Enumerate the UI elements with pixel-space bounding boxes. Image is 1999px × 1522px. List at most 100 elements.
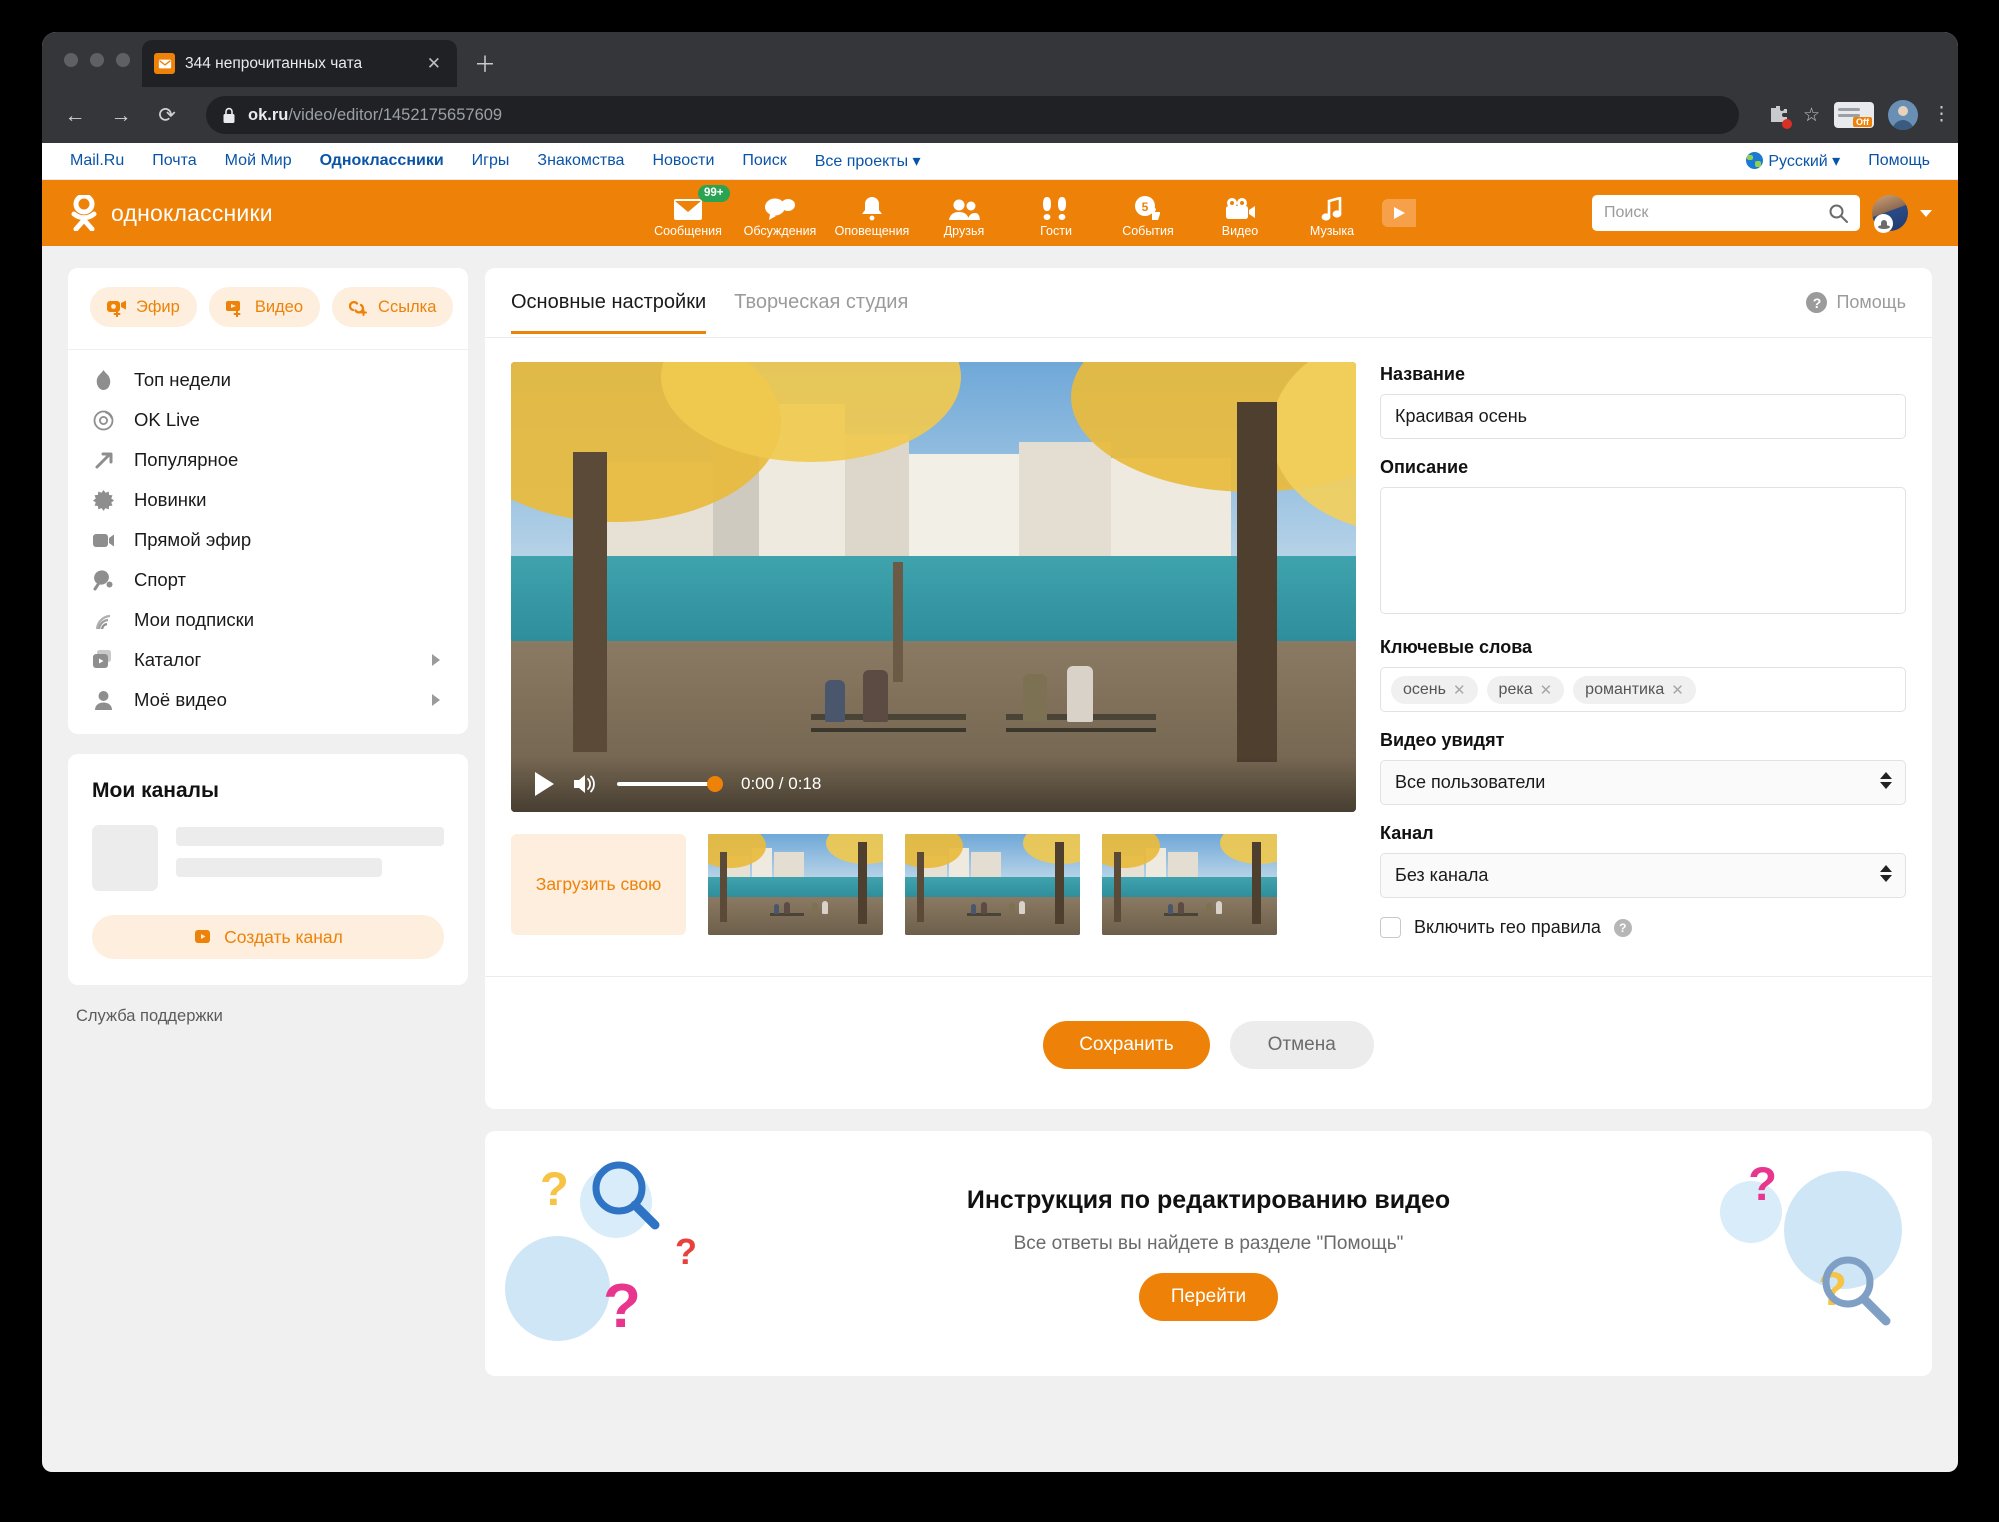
sidebar-item-catalog[interactable]: Каталог: [68, 640, 468, 680]
promo-go-button[interactable]: Перейти: [1138, 1273, 1279, 1321]
save-button[interactable]: Сохранить: [1043, 1021, 1210, 1069]
nav-item-video[interactable]: Видео: [1194, 180, 1286, 246]
keywords-input[interactable]: осень ✕ река ✕ романтика ✕: [1380, 667, 1906, 712]
forward-icon[interactable]: →: [106, 105, 136, 126]
create-channel-button[interactable]: Создать канал: [92, 915, 444, 959]
geo-rules-row[interactable]: Включить гео правила ?: [1380, 917, 1906, 938]
thumbnail-option[interactable]: [1102, 834, 1277, 935]
live-add-icon: [107, 300, 126, 317]
sidebar-label-sport: Спорт: [134, 569, 187, 590]
search-icon[interactable]: [1828, 203, 1848, 223]
select-spinner-icon[interactable]: [1880, 865, 1892, 882]
tab-creative-studio[interactable]: Творческая студия: [734, 291, 908, 334]
video-camera-icon: [1224, 195, 1256, 221]
nav-item-friends[interactable]: Друзья: [918, 180, 1010, 246]
portal-link-moymir[interactable]: Мой Мир: [225, 152, 292, 170]
sidebar-item-my-video[interactable]: Моё видео: [68, 680, 468, 720]
sidebar-label-catalog: Каталог: [134, 649, 202, 670]
close-window-button[interactable]: [64, 53, 78, 67]
portal-link-odnoklassniki[interactable]: Одноклассники: [320, 152, 444, 170]
bookmark-star-icon[interactable]: ☆: [1803, 104, 1820, 127]
sidebar-item-new[interactable]: Новинки: [68, 480, 468, 520]
quick-action-label-video: Видео: [254, 297, 304, 316]
quick-action-live[interactable]: Эфир: [90, 287, 197, 327]
sidebar-item-popular[interactable]: Популярное: [68, 440, 468, 480]
volume-slider-handle[interactable]: [707, 776, 723, 792]
chevron-down-icon[interactable]: [1920, 209, 1932, 217]
reload-icon[interactable]: ⟳: [152, 105, 182, 126]
video-play-shortcut-icon[interactable]: [1382, 199, 1416, 227]
portal-link-all-projects[interactable]: Все проекты ▾: [815, 151, 921, 171]
volume-slider[interactable]: [617, 776, 723, 792]
profile-avatar-icon[interactable]: [1888, 100, 1918, 130]
thumbnail-option[interactable]: [905, 834, 1080, 935]
nav-item-messages[interactable]: 99+ Сообщения: [642, 180, 734, 246]
portal-link-znakomstva[interactable]: Знакомства: [537, 152, 624, 170]
nav-item-notifications[interactable]: Оповещения: [826, 180, 918, 246]
chevron-down-icon: ▾: [1832, 153, 1841, 170]
search-input[interactable]: [1604, 204, 1828, 222]
rss-icon: [92, 611, 115, 630]
nav-item-events[interactable]: 5 События: [1102, 180, 1194, 246]
visibility-select[interactable]: Все пользователи: [1380, 760, 1906, 805]
portal-link-igry[interactable]: Игры: [472, 152, 510, 170]
speaker-icon[interactable]: [572, 772, 599, 796]
language-selector[interactable]: Русский ▾: [1746, 151, 1840, 171]
thumbnail-option[interactable]: [708, 834, 883, 935]
back-icon[interactable]: ←: [60, 105, 90, 126]
decorative-circle: [505, 1236, 610, 1341]
quick-action-link[interactable]: Ссылка: [332, 287, 454, 327]
close-icon[interactable]: ✕: [423, 53, 445, 74]
sidebar-item-ok-live[interactable]: OK Live: [68, 400, 468, 440]
quick-action-video[interactable]: Видео: [208, 287, 321, 327]
sidebar-item-sport[interactable]: Спорт: [68, 560, 468, 600]
keyword-tag[interactable]: романтика ✕: [1573, 675, 1696, 704]
video-player[interactable]: 0:00 / 0:18: [511, 362, 1356, 812]
browser-menu-icon[interactable]: ⋮: [1932, 105, 1951, 125]
window-traffic-lights[interactable]: [64, 53, 130, 67]
tab-basic-settings[interactable]: Основные настройки: [511, 291, 707, 334]
minimize-window-button[interactable]: [90, 53, 104, 67]
quick-action-label-link: Ссылка: [378, 297, 437, 316]
nav-item-discussions[interactable]: Обсуждения: [734, 180, 826, 246]
upload-thumbnail-button[interactable]: Загрузить свою: [511, 834, 686, 935]
nav-item-music[interactable]: Музыка: [1286, 180, 1378, 246]
portal-link-novosti[interactable]: Новости: [652, 152, 714, 170]
ok-logo[interactable]: одноклассники: [68, 195, 273, 231]
plus-icon[interactable]: ＋: [474, 54, 496, 76]
browser-tab[interactable]: 344 непрочитанных чата ✕: [142, 40, 457, 87]
ok-search-box[interactable]: [1592, 195, 1860, 231]
sidebar-item-top-week[interactable]: Топ недели: [68, 360, 468, 400]
play-icon[interactable]: [535, 772, 554, 796]
portal-link-poisk[interactable]: Поиск: [742, 152, 786, 170]
extensions-puzzle-icon[interactable]: [1767, 104, 1792, 129]
portal-help-link[interactable]: Помощь: [1868, 152, 1930, 170]
question-mark-icon[interactable]: ?: [1613, 918, 1632, 937]
cancel-button[interactable]: Отмена: [1229, 1021, 1374, 1069]
maximize-window-button[interactable]: [116, 53, 130, 67]
address-bar[interactable]: ok.ru/video/editor/1452175657609: [206, 96, 1739, 134]
channel-select[interactable]: Без канала: [1380, 853, 1906, 898]
sidebar-item-live-stream[interactable]: Прямой эфир: [68, 520, 468, 560]
remove-keyword-icon[interactable]: ✕: [1671, 681, 1684, 699]
remove-keyword-icon[interactable]: ✕: [1453, 681, 1466, 699]
portal-link-mailru[interactable]: Mail.Ru: [70, 152, 124, 170]
quick-action-label-live: Эфир: [136, 297, 180, 316]
nav-item-guests[interactable]: Гости: [1010, 180, 1102, 246]
select-spinner-icon[interactable]: [1880, 772, 1892, 789]
sidebar-item-subscriptions[interactable]: Мои подписки: [68, 600, 468, 640]
portal-link-pochta[interactable]: Почта: [152, 152, 196, 170]
support-link[interactable]: Служба поддержки: [68, 985, 468, 1026]
description-textarea[interactable]: [1380, 487, 1906, 614]
sidebar-label-subscriptions: Мои подписки: [134, 609, 255, 630]
keyword-tag[interactable]: осень ✕: [1391, 675, 1478, 704]
placeholder-line: [176, 858, 383, 877]
user-avatar[interactable]: [1872, 195, 1908, 233]
keyword-tag[interactable]: река ✕: [1486, 675, 1565, 704]
flame-icon: [92, 369, 115, 391]
remove-keyword-icon[interactable]: ✕: [1540, 681, 1553, 699]
adblock-off-icon[interactable]: [1834, 102, 1874, 128]
panel-help-link[interactable]: ? Помощь: [1806, 292, 1906, 313]
title-input[interactable]: [1380, 394, 1906, 439]
geo-rules-checkbox[interactable]: [1380, 917, 1401, 938]
